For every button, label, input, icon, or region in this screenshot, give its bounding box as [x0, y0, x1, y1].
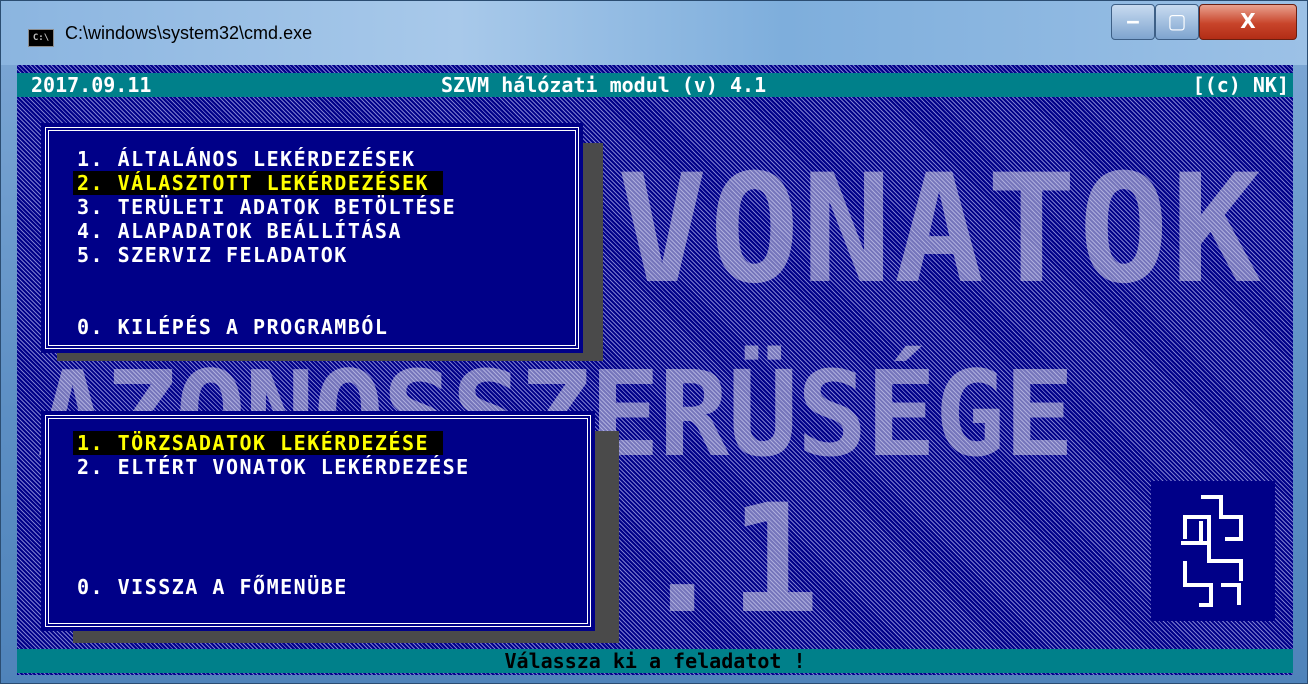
header-date: 2017.09.11 — [31, 73, 152, 97]
main-menu-item-2-selected[interactable]: 2. VÁLASZTOTT LEKÉRDEZÉSEK — [73, 171, 444, 195]
background-title-line1: VONATOK — [617, 143, 1264, 317]
sub-menu-item-2[interactable]: 2. ELTÉRT VONATOK LEKÉRDEZÉSE — [77, 455, 470, 479]
sub-menu-item-1-selected[interactable]: 1. TÖRZSADATOK LEKÉRDEZÉSE — [73, 431, 444, 455]
main-menu: 1. ÁLTALÁNOS LEKÉRDEZÉSEK 2. VÁLASZTOTT … — [41, 123, 583, 353]
main-menu-exit[interactable]: 0. KILÉPÉS A PROGRAMBÓL — [77, 315, 388, 339]
main-menu-item-3[interactable]: 3. TERÜLETI ADATOK BETÖLTÉSE — [77, 195, 456, 219]
window-title: C:\windows\system32\cmd.exe — [65, 23, 313, 43]
maximize-button[interactable]: ▢ — [1155, 4, 1199, 40]
header-bar: 2017.09.11 SZVM hálózati modul (v) 4.1 [… — [17, 73, 1293, 97]
main-menu-item-1[interactable]: 1. ÁLTALÁNOS LEKÉRDEZÉSEK — [77, 147, 416, 171]
background-title-line3: .1 — [637, 473, 822, 647]
main-menu-item-5[interactable]: 5. SZERVIZ FELADATOK — [77, 243, 348, 267]
status-bar: Válassza ki a feladatot ! — [17, 649, 1293, 673]
console-area[interactable]: 2017.09.11 SZVM hálózati modul (v) 4.1 [… — [17, 65, 1293, 675]
close-button[interactable]: X — [1199, 4, 1297, 40]
title-bar[interactable]: C:\ C:\windows\system32\cmd.exe ‒ ▢ X — [1, 1, 1307, 65]
cmd-icon: C:\ — [28, 29, 54, 47]
sub-menu-back[interactable]: 0. VISSZA A FŐMENÜBE — [77, 575, 348, 599]
logo-icon — [1181, 495, 1243, 607]
minimize-button[interactable]: ‒ — [1111, 4, 1155, 40]
header-title: SZVM hálózati modul (v) 4.1 — [441, 73, 767, 97]
main-menu-item-4[interactable]: 4. ALAPADATOK BEÁLLÍTÁSA — [77, 219, 402, 243]
status-prompt: Válassza ki a feladatot ! — [504, 649, 806, 673]
header-copyright: [(c) NK] — [1192, 73, 1289, 97]
nk-logo — [1151, 481, 1275, 621]
sub-menu: 1. TÖRZSADATOK LEKÉRDEZÉSE 2. ELTÉRT VON… — [41, 411, 595, 631]
cmd-window: C:\ C:\windows\system32\cmd.exe ‒ ▢ X 20… — [0, 0, 1308, 684]
